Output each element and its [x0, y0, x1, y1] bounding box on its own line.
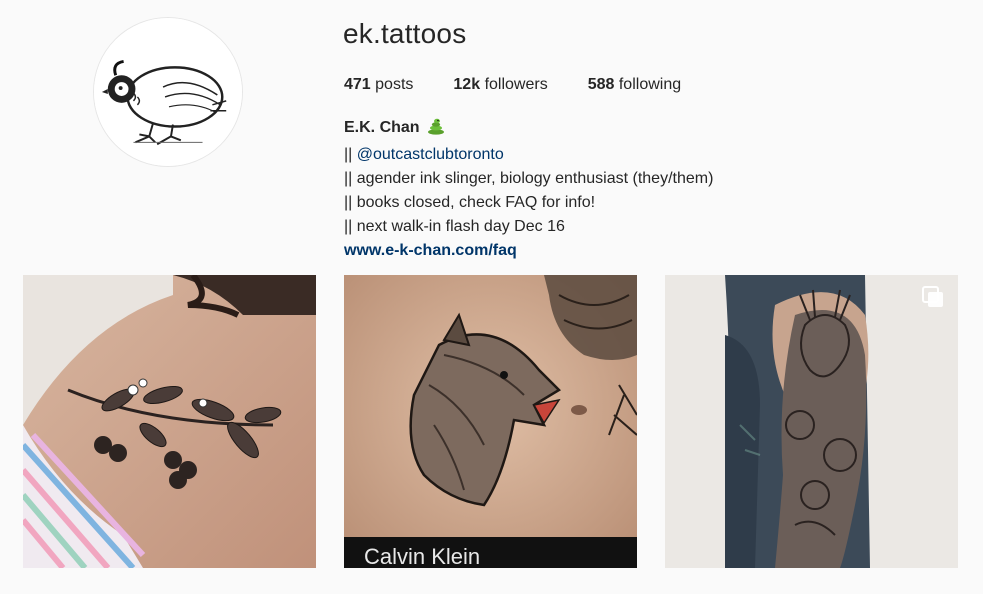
bio-line-1-prefix: || [344, 146, 357, 163]
posts-grid: Calvin Klein [23, 275, 958, 568]
sleeve-tattoo-photo [665, 275, 958, 568]
following-stat[interactable]: 588 following [588, 76, 681, 94]
snake-icon [427, 117, 445, 143]
posts-stat: 471 posts [344, 76, 413, 94]
posts-count: 471 [344, 76, 371, 93]
website-link[interactable]: www.e-k-chan.com/faq [344, 239, 713, 263]
full-name: E.K. Chan [344, 119, 420, 136]
profile-username: ek.tattoos [343, 18, 467, 49]
waistband-text: Calvin Klein [364, 544, 480, 568]
followers-count: 12k [453, 76, 481, 93]
cherry-tattoo-photo [23, 275, 316, 568]
post-thumbnail-2[interactable]: Calvin Klein [344, 275, 637, 568]
bio-line-4: || next walk-in flash day Dec 16 [344, 218, 565, 235]
profile-avatar[interactable] [93, 17, 243, 167]
bio-line-1: || @outcastclubtoronto [344, 143, 713, 167]
profile-bio: E.K. Chan || @outcastclubtoronto || agen… [344, 116, 713, 263]
multiple-photos-icon [922, 286, 944, 313]
followers-stat[interactable]: 12k followers [453, 76, 547, 94]
quail-drawing [94, 18, 242, 166]
post-thumbnail-1[interactable] [23, 275, 316, 568]
followers-label: followers [484, 76, 548, 93]
following-label: following [618, 76, 682, 93]
following-count: 588 [587, 76, 615, 93]
bio-line-2: || agender ink slinger, biology enthusia… [344, 170, 714, 187]
hyena-tattoo-photo: Calvin Klein [344, 275, 637, 568]
post-thumbnail-3[interactable] [665, 275, 958, 568]
bio-name-row: E.K. Chan [344, 116, 713, 143]
posts-label: posts [375, 76, 414, 93]
bio-line-3: || books closed, check FAQ for info! [344, 194, 596, 211]
mention-link[interactable]: @outcastclubtoronto [357, 146, 504, 163]
profile-stats: 471 posts 12k followers 588 following [344, 76, 721, 94]
